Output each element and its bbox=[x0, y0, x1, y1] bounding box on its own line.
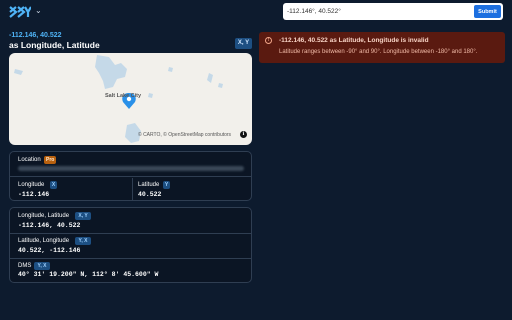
latitude-label: Latitude bbox=[138, 182, 160, 188]
coordinate-heading: -112.146, 40.522 bbox=[9, 32, 62, 39]
latlon-value[interactable]: 40.522, -112.146 bbox=[18, 247, 80, 254]
map-attribution[interactable]: © CARTO, © OpenStreetMap contributors bbox=[138, 132, 231, 138]
lonlat-label: Longitude, Latitude bbox=[18, 213, 70, 219]
error-title: -112.146, 40.522 as Latitude, Longitude … bbox=[279, 37, 429, 44]
yx-badge: Y, X bbox=[75, 237, 91, 245]
swap-axes-button[interactable]: X, Y bbox=[235, 38, 252, 49]
longitude-label: Longitude bbox=[18, 182, 45, 188]
divider bbox=[10, 176, 251, 177]
dms-label: DMS bbox=[18, 263, 32, 269]
yx-badge: Y, X bbox=[34, 262, 50, 270]
lake-shape bbox=[95, 55, 127, 89]
y-badge: Y bbox=[163, 181, 170, 189]
map-city-label: Salt Lake City bbox=[105, 93, 142, 99]
xy-badge: X, Y bbox=[75, 212, 91, 220]
divider bbox=[10, 233, 251, 234]
location-blurred-placeholder bbox=[18, 166, 244, 171]
error-alert: ! -112.146, 40.522 as Latitude, Longitud… bbox=[259, 32, 505, 63]
warning-icon: ! bbox=[265, 37, 272, 44]
pro-badge: Pro bbox=[44, 156, 57, 164]
x-badge: X bbox=[50, 181, 57, 189]
coordinate-input[interactable] bbox=[287, 5, 467, 18]
latlon-label: Latitude, Longitude bbox=[18, 238, 70, 244]
divider bbox=[132, 178, 133, 200]
lonlat-value[interactable]: -112.146, 40.522 bbox=[18, 222, 80, 229]
longitude-value[interactable]: -112.146 bbox=[18, 191, 49, 198]
divider bbox=[10, 258, 251, 259]
map-view[interactable]: Salt Lake City © CARTO, © OpenStreetMap … bbox=[9, 53, 252, 145]
error-description: Latitude ranges between -90° and 90°. Lo… bbox=[279, 49, 478, 55]
xy-logo-icon[interactable] bbox=[9, 6, 31, 18]
search-bar: Submit bbox=[283, 3, 503, 20]
dms-value[interactable]: 40° 31' 19.200" N, 112° 8' 45.600" W bbox=[18, 271, 158, 278]
info-icon[interactable]: i bbox=[240, 131, 247, 138]
chevron-down-icon[interactable]: ⌄ bbox=[35, 6, 42, 15]
interpretation-heading: as Longitude, Latitude bbox=[9, 40, 100, 50]
location-label: Location bbox=[18, 157, 41, 163]
formats-card: Longitude, Latitude X, Y -112.146, 40.52… bbox=[9, 207, 252, 283]
location-card: Location Pro Longitude X -112.146 Latitu… bbox=[9, 151, 252, 201]
latitude-value[interactable]: 40.522 bbox=[138, 191, 161, 198]
submit-button[interactable]: Submit bbox=[474, 5, 501, 18]
